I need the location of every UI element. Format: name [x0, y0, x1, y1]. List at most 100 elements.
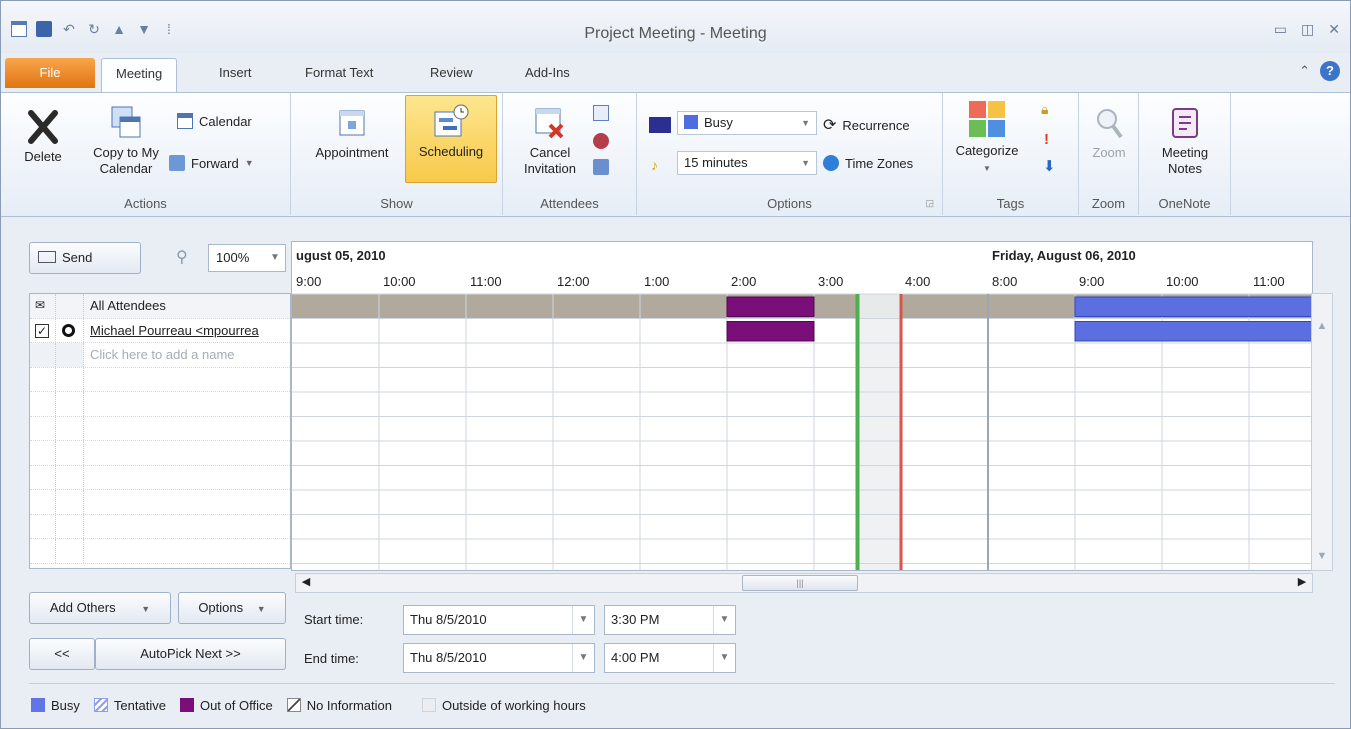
hour-label: 8:00 — [992, 274, 1017, 289]
help-icon[interactable]: ? — [1320, 61, 1340, 81]
group-options: Busy ▼ ⟳ Recurrence ♪ 15 minutes ▼ Time … — [637, 93, 943, 215]
hour-label: 11:00 — [470, 274, 502, 289]
high-importance-icon[interactable]: ! — [1044, 131, 1049, 148]
legend-separator — [29, 683, 1335, 684]
forward-dropdown-icon: ▼ — [244, 158, 254, 168]
out-of-office-swatch — [179, 698, 194, 712]
start-time-value: 3:30 PM — [611, 612, 660, 627]
start-date-value: Thu 8/5/2010 — [410, 612, 487, 627]
attendee-checkbox[interactable]: ✓ — [35, 323, 49, 338]
collapse-ribbon-icon[interactable]: ⌃ — [1299, 63, 1310, 79]
end-date-picker[interactable]: Thu 8/5/2010 ▼ — [403, 643, 595, 673]
scheduling-button[interactable]: Scheduling — [405, 95, 497, 183]
add-others-button[interactable]: Add Others ▼ — [29, 592, 171, 624]
invite-envelope-icon[interactable]: ✉ — [35, 298, 45, 312]
scroll-down-icon[interactable]: ▼ — [1314, 550, 1330, 566]
scroll-up-icon[interactable]: ▲ — [1314, 320, 1330, 336]
attendee-list: ✉ All Attendees ✓ Michael Pourreau <mpou… — [29, 293, 291, 569]
start-date-picker[interactable]: Thu 8/5/2010 ▼ — [403, 605, 595, 635]
tentative-swatch — [93, 698, 108, 712]
empty-row — [30, 465, 290, 490]
free-busy-grid[interactable]: ugust 05, 2010 Friday, August 06, 2010 9:0… — [291, 241, 1313, 571]
zoom-dropdown[interactable]: 100% ▼ — [208, 244, 286, 272]
copy-calendar-icon — [111, 106, 141, 138]
busy-block — [1074, 296, 1312, 317]
legend-tentative: Tentative — [93, 698, 166, 713]
options-button[interactable]: Options ▼ — [178, 592, 286, 624]
day-header-thursday: ugust 05, 2010 — [296, 248, 386, 263]
options-dialog-launcher-icon[interactable]: ◲ — [925, 198, 934, 209]
send-button[interactable]: Send — [29, 242, 141, 274]
horizontal-scrollbar[interactable]: ◀ ||| ▶ — [295, 573, 1313, 593]
add-name-placeholder[interactable]: Click here to add a name — [86, 343, 290, 367]
tab-meeting[interactable]: Meeting — [101, 58, 178, 94]
cancel-invitation-button[interactable]: Cancel Invitation — [519, 105, 581, 177]
hour-label: 10:00 — [1166, 274, 1199, 289]
end-time-dropdown-icon: ▼ — [713, 644, 735, 672]
meeting-notes-button[interactable]: Meeting Notes — [1149, 105, 1221, 177]
attendee-name[interactable]: Michael Pourreau <mpourrea — [90, 323, 259, 338]
group-attendees: Cancel Invitation Attendees — [503, 93, 637, 215]
group-actions: Delete Copy to My Calendar Calendar Forw… — [1, 93, 291, 215]
attendee-row[interactable]: ✓ Michael Pourreau <mpourrea — [30, 318, 290, 343]
check-names-icon[interactable] — [593, 133, 609, 149]
calendar-button[interactable]: Calendar — [177, 113, 252, 129]
tab-review[interactable]: Review — [416, 58, 487, 88]
tab-file[interactable]: File — [5, 58, 95, 88]
title-bar: ↶ ↻ ▲ ▼ ⁞ Project Meeting - Meeting ▭ ◫ … — [1, 1, 1350, 53]
delete-label: Delete — [24, 149, 62, 164]
copy-label-line1: Copy to My — [93, 145, 159, 160]
vertical-scrollbar[interactable]: ▲ ▼ — [1311, 293, 1333, 571]
onenote-icon — [1172, 108, 1198, 138]
busy-block — [726, 321, 815, 342]
hour-label: 3:00 — [818, 274, 843, 289]
show-as-dropdown[interactable]: Busy ▼ — [677, 111, 817, 135]
required-attendee-icon[interactable] — [62, 323, 75, 337]
autopick-previous-button[interactable]: << — [29, 638, 95, 670]
private-lock-icon[interactable]: 🔒︎ — [1041, 101, 1048, 118]
restore-icon[interactable]: ◫ — [1301, 21, 1314, 38]
add-attendee-row[interactable]: Click here to add a name — [30, 343, 290, 368]
low-importance-icon[interactable]: ⬇ — [1043, 157, 1056, 175]
zoom-button[interactable]: Zoom — [1085, 105, 1133, 161]
recurrence-icon: ⟳ — [823, 117, 837, 134]
time-zones-button[interactable]: Time Zones — [823, 155, 913, 171]
appointment-icon — [339, 110, 365, 136]
onenote-group-label: OneNote — [1158, 196, 1211, 211]
close-icon[interactable]: ✕ — [1328, 21, 1340, 38]
end-time-label: End time: — [304, 651, 359, 666]
start-date-dropdown-icon: ▼ — [572, 606, 594, 634]
scroll-left-icon[interactable]: ◀ — [298, 575, 314, 591]
empty-row — [30, 416, 290, 441]
reminder-dropdown[interactable]: 15 minutes ▼ — [677, 151, 817, 175]
autopick-next-label: AutoPick Next >> — [140, 646, 241, 661]
scroll-thumb[interactable]: ||| — [742, 575, 858, 591]
copy-to-my-calendar-button[interactable]: Copy to My Calendar — [81, 105, 171, 177]
categorize-button[interactable]: Categorize ▼ — [951, 99, 1023, 177]
attendees-group-label: Attendees — [540, 196, 599, 211]
forward-button[interactable]: Forward ▼ — [169, 155, 254, 171]
calendar-label: Calendar — [199, 113, 252, 129]
appointment-button[interactable]: Appointment — [299, 105, 405, 161]
zoom-group-label: Zoom — [1091, 196, 1126, 211]
tags-group-label: Tags — [996, 196, 1025, 211]
end-time-picker[interactable]: 4:00 PM ▼ — [604, 643, 736, 673]
start-time-picker[interactable]: 3:30 PM ▼ — [604, 605, 736, 635]
tab-insert[interactable]: Insert — [205, 58, 266, 88]
zoom-dropdown-icon: ▼ — [270, 252, 280, 263]
tab-add-ins[interactable]: Add-Ins — [511, 58, 584, 88]
response-options-icon[interactable] — [593, 159, 609, 175]
reminder-value: 15 minutes — [684, 155, 748, 170]
tab-format-text[interactable]: Format Text — [291, 58, 387, 88]
options-label: Options — [198, 600, 244, 615]
minimize-icon[interactable]: ▭ — [1274, 21, 1287, 38]
legend-outside-hours: Outside of working hours — [421, 698, 586, 713]
hour-label: 12:00 — [557, 274, 590, 289]
recurrence-button[interactable]: ⟳ Recurrence — [823, 115, 910, 135]
attendee-header-row: ✉ All Attendees — [30, 294, 290, 319]
delete-button[interactable]: Delete — [19, 109, 67, 165]
scroll-right-icon[interactable]: ▶ — [1294, 575, 1310, 591]
autopick-next-button[interactable]: AutoPick Next >> — [95, 638, 286, 670]
empty-row — [30, 392, 290, 417]
address-book-icon[interactable] — [593, 105, 609, 121]
